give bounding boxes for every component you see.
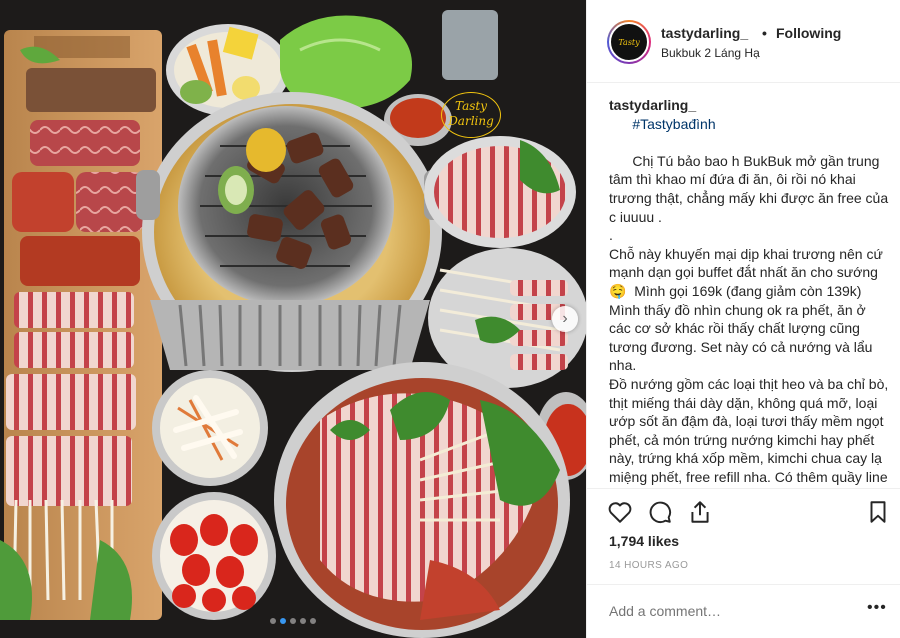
post-location[interactable]: Bukbuk 2 Láng Hạ bbox=[661, 46, 760, 60]
carousel-dots bbox=[0, 618, 586, 624]
more-options-button[interactable]: ••• bbox=[867, 599, 887, 617]
chevron-right-icon: › bbox=[562, 310, 568, 327]
comment-bar: ••• bbox=[587, 584, 900, 638]
follow-separator: • bbox=[762, 25, 767, 41]
likes-count[interactable]: 1,794 likes bbox=[609, 533, 679, 549]
carousel-dot bbox=[300, 618, 306, 624]
carousel-next-button[interactable]: › bbox=[552, 306, 578, 332]
bookmark-icon[interactable] bbox=[865, 499, 891, 525]
comment-icon[interactable] bbox=[647, 499, 673, 525]
action-bar bbox=[587, 488, 900, 532]
photo-watermark-logo: Tasty Darling bbox=[441, 92, 501, 138]
carousel-dot bbox=[280, 618, 286, 624]
heart-icon[interactable] bbox=[607, 499, 633, 525]
caption-hashtag[interactable]: #Tastybađình bbox=[632, 116, 715, 132]
avatar[interactable]: Tasty bbox=[607, 20, 651, 64]
post-photo[interactable]: Tasty Darling › bbox=[0, 0, 586, 638]
following-button[interactable]: Following bbox=[776, 25, 841, 41]
caption-username[interactable]: tastydarling_ bbox=[609, 97, 696, 113]
carousel-dot bbox=[270, 618, 276, 624]
post-timestamp: 14 HOURS AGO bbox=[609, 560, 689, 571]
post-side-panel: Tasty tastydarling_ • Following Bukbuk 2… bbox=[586, 0, 900, 638]
share-icon[interactable] bbox=[687, 499, 713, 525]
post-caption: tastydarling_ #Tastybađình Chị Tú bảo ba… bbox=[609, 96, 891, 488]
post-username[interactable]: tastydarling_ bbox=[661, 25, 748, 41]
carousel-dot bbox=[290, 618, 296, 624]
post-header: Tasty tastydarling_ • Following Bukbuk 2… bbox=[587, 0, 900, 83]
avatar-logo-icon: Tasty bbox=[609, 22, 649, 62]
comment-input[interactable] bbox=[609, 603, 849, 619]
caption-text: Chị Tú bảo bao h BukBuk mở gần trung tâm… bbox=[609, 152, 889, 488]
carousel-dot bbox=[310, 618, 316, 624]
